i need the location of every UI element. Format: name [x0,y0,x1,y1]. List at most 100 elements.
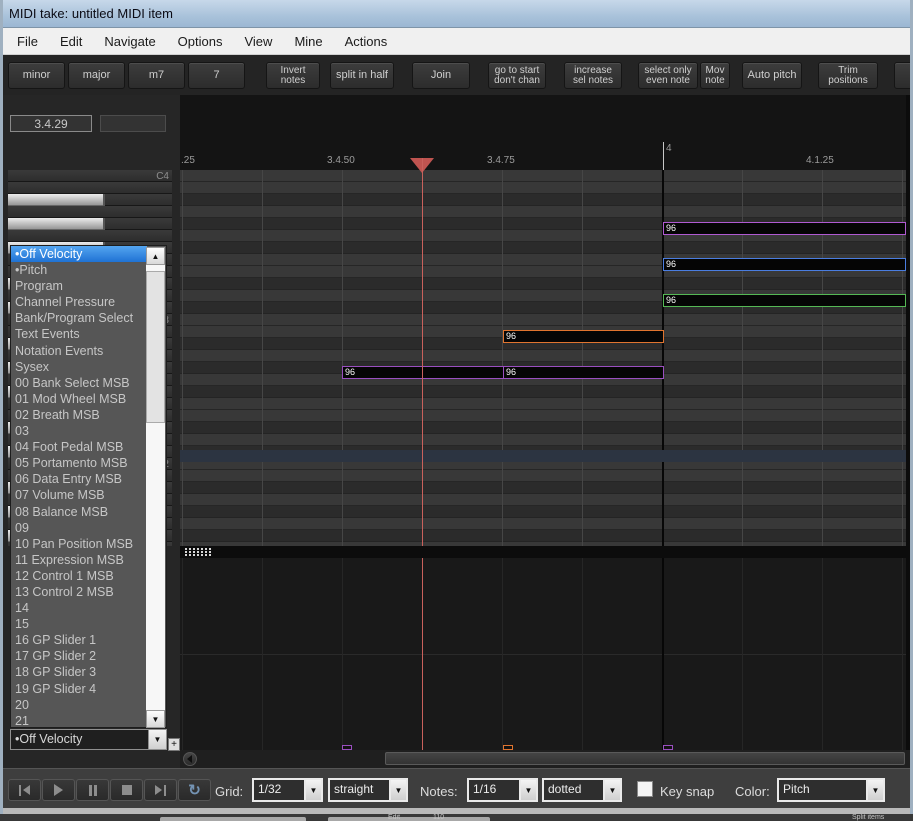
toolbar-button-major[interactable]: major [68,62,125,89]
toolbar-button-mov-note[interactable]: Mov note [700,62,730,89]
menu-view[interactable]: View [233,30,283,53]
cc-list-item[interactable]: 04 Foot Pedal MSB [11,439,147,455]
menu-file[interactable]: File [6,30,49,53]
ruler-tick-label: 3.4.75 [487,155,515,166]
toolbar-button-select-only-even-note[interactable]: select only even note [638,62,698,89]
cc-list-item[interactable]: 07 Volume MSB [11,487,147,503]
cc-list-item[interactable]: 10 Pan Position MSB [11,536,147,552]
go-to-start-button[interactable] [8,779,41,801]
cc-list-item[interactable]: •Off Velocity [11,246,147,262]
toolbar-button-go-to-start-don-t-chan[interactable]: go to start don't chan [488,62,546,89]
cc-lane[interactable] [180,558,906,750]
cc-list-item[interactable]: 08 Balance MSB [11,504,147,520]
menu-edit[interactable]: Edit [49,30,93,53]
scroll-thumb[interactable] [146,271,165,423]
cc-list-item[interactable]: Text Events [11,326,147,342]
midi-note[interactable]: 96 [663,294,906,307]
cc-list-item[interactable]: 00 Bank Select MSB [11,375,147,391]
notes-shape-dropdown[interactable]: dotted ▼ [542,778,622,802]
cc-list-item[interactable]: 06 Data Entry MSB [11,471,147,487]
cc-list-item[interactable]: 13 Control 2 MSB [11,584,147,600]
cc-lane-selector[interactable]: •Off Velocity ▼ [10,729,167,750]
lane-divider[interactable] [180,546,913,558]
toolbar-button-increase-sel-notes[interactable]: increase sel notes [564,62,622,89]
cc-list-item[interactable]: 17 GP Slider 2 [11,648,147,664]
midi-note[interactable]: 96 [342,366,504,379]
midi-note[interactable]: 96 [503,330,664,343]
cc-list-item[interactable]: 09 [11,520,147,536]
cc-list-scrollbar[interactable]: ▲ ▼ [146,247,165,728]
menu-mine[interactable]: Mine [283,30,333,53]
toolbar-button-m7[interactable]: m7 [128,62,185,89]
repeat-button[interactable]: ↻ [178,779,211,801]
notes-size-dropdown[interactable]: 1/16 ▼ [467,778,538,802]
play-button[interactable] [42,779,75,801]
horizontal-scrollbar[interactable] [180,750,913,768]
color-mode-dropdown[interactable]: Pitch ▼ [777,778,885,802]
add-cc-lane-button[interactable]: + [168,738,180,751]
midi-note[interactable]: 96 [503,366,664,379]
cc-list-item[interactable]: 02 Breath MSB [11,407,147,423]
drag-handle-icon[interactable] [185,548,211,556]
title-bar[interactable]: MIDI take: untitled MIDI item [0,0,913,28]
grid-size-dropdown[interactable]: 1/32 ▼ [252,778,323,802]
cc-list-item[interactable]: Bank/Program Select [11,310,147,326]
cc-list-item[interactable]: 15 [11,616,147,632]
cc-list-item[interactable]: 16 GP Slider 1 [11,632,147,648]
piano-key-white[interactable] [8,230,172,242]
toolbar-button-split-in-half[interactable]: split in half [330,62,394,89]
chevron-down-icon[interactable]: ▼ [304,780,321,800]
go-to-end-button[interactable] [144,779,177,801]
chevron-down-icon[interactable]: ▼ [603,780,620,800]
menu-navigate[interactable]: Navigate [93,30,166,53]
chevron-down-icon[interactable]: ▼ [519,780,536,800]
cc-list-item[interactable]: 14 [11,600,147,616]
cc-list-item[interactable]: 12 Control 1 MSB [11,568,147,584]
menu-options[interactable]: Options [167,30,234,53]
cc-list-item[interactable]: 05 Portamento MSB [11,455,147,471]
cc-list-item[interactable]: 21 [11,713,147,729]
midi-note[interactable]: 96 [663,258,906,271]
cc-list-item[interactable]: •Pitch [11,262,147,278]
cc-list-item[interactable]: Sysex [11,359,147,375]
piano-key-black-cap[interactable] [8,194,105,206]
cc-list-item[interactable]: 19 GP Slider 4 [11,681,147,697]
cc-list-item[interactable]: Channel Pressure [11,294,147,310]
piano-key-black-cap[interactable] [8,218,105,230]
piano-key-black[interactable] [8,194,172,206]
cc-list-item[interactable]: 20 [11,697,147,713]
cc-list-item[interactable]: 03 [11,423,147,439]
cc-list-item[interactable]: 01 Mod Wheel MSB [11,391,147,407]
cc-list-item[interactable]: 18 GP Slider 3 [11,664,147,680]
chevron-down-icon[interactable]: ▼ [866,780,883,800]
cc-list-item[interactable]: 11 Expression MSB [11,552,147,568]
toolbar-button-join[interactable]: Join [412,62,470,89]
timeline-ruler[interactable]: .253.4.503.4.7544.1.25 [180,95,906,170]
pause-button[interactable] [76,779,109,801]
secondary-display[interactable] [100,115,166,132]
stop-button[interactable] [110,779,143,801]
midi-note[interactable]: 96 [663,222,906,235]
toolbar-button-trim-positions[interactable]: Trim positions [818,62,878,89]
key-snap-checkbox[interactable] [637,781,653,797]
scroll-left-icon[interactable] [183,752,197,766]
cc-list-item[interactable]: Program [11,278,147,294]
menu-actions[interactable]: Actions [334,30,399,53]
piano-key-white[interactable]: C4 [8,170,172,182]
chevron-down-icon[interactable]: ▼ [389,780,406,800]
grid-shape-dropdown[interactable]: straight ▼ [328,778,408,802]
chevron-down-icon[interactable]: ▼ [148,730,166,749]
cc-list-item[interactable]: Notation Events [11,343,147,359]
toolbar-button-7[interactable]: 7 [188,62,245,89]
toolbar-button-minor[interactable]: minor [8,62,65,89]
piano-key-black[interactable] [8,218,172,230]
ruler-tick-label: 3.4.50 [327,155,355,166]
position-display[interactable]: 3.4.29 [10,115,92,132]
piano-key-white[interactable] [8,206,172,218]
toolbar-button-auto-pitch[interactable]: Auto pitch [742,62,802,89]
toolbar-button-invert-notes[interactable]: Invert notes [266,62,320,89]
scroll-down-icon[interactable]: ▼ [146,710,165,728]
piano-key-white[interactable] [8,182,172,194]
hscroll-thumb[interactable] [385,752,905,765]
scroll-up-icon[interactable]: ▲ [146,247,165,265]
